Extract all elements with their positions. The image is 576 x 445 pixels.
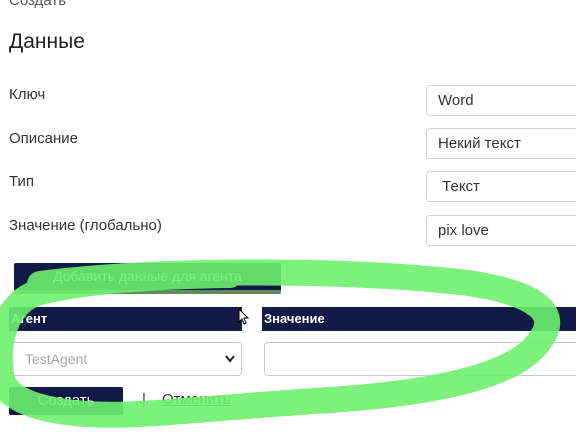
select-type[interactable]: Текст [426, 171, 576, 202]
input-description[interactable]: Некий текст [426, 128, 576, 159]
agent-select-value: TestAgent [25, 351, 88, 367]
label-type: Тип [9, 173, 35, 190]
agent-value-input[interactable] [264, 342, 576, 376]
chevron-down-icon [225, 343, 235, 387]
add-agent-data-button[interactable]: Добавить данные для агента [14, 263, 281, 294]
cancel-link[interactable]: Отменить [162, 391, 231, 408]
label-key: Ключ [9, 86, 46, 103]
input-key[interactable]: Word [426, 85, 576, 116]
agent-column-header: Агент [9, 307, 242, 331]
value-column-header: Значение [262, 307, 576, 331]
previous-create-text-cut: Создать [9, 0, 67, 9]
actions-separator: | [142, 391, 146, 408]
label-description: Описание [9, 130, 79, 147]
agent-select[interactable]: TestAgent [10, 342, 242, 376]
input-global-value[interactable]: pix love [426, 215, 576, 246]
page-title: Данные [9, 30, 85, 53]
mouse-cursor-icon [238, 308, 250, 325]
label-global-value: Значение (глобально) [9, 217, 162, 234]
create-button[interactable]: Создать [9, 387, 123, 415]
